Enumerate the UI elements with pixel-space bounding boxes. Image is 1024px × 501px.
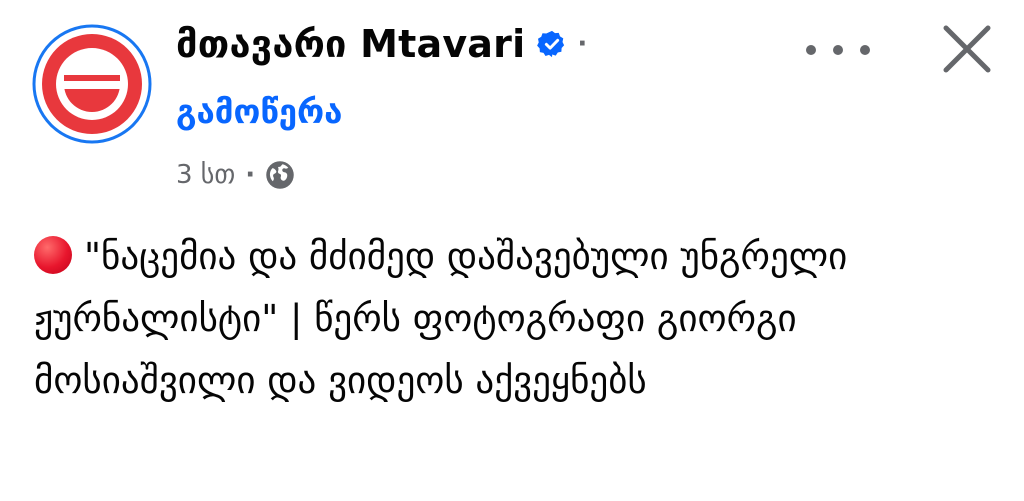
post-timestamp[interactable]: 3 სთ: [176, 160, 235, 190]
follow-button[interactable]: გამოწერა: [176, 92, 342, 131]
page-name-row: მთავარი Mtavari ·: [176, 22, 587, 66]
post-body: "ნაცემია და მძიმედ დაშავებული უნგრელი ჟუ…: [34, 226, 994, 412]
verified-badge-icon: [537, 30, 565, 58]
name-separator: ·: [577, 29, 588, 59]
red-circle-emoji: [34, 236, 72, 274]
more-dot: [833, 45, 843, 55]
facebook-post: მთავარი Mtavari · გამოწერა 3 სთ · "ნაცემ…: [0, 0, 1024, 501]
post-text: "ნაცემია და მძიმედ დაშავებული უნგრელი ჟუ…: [34, 235, 860, 402]
post-meta: 3 სთ ·: [176, 160, 295, 190]
close-icon[interactable]: [938, 20, 996, 78]
page-name[interactable]: მთავარი Mtavari: [176, 22, 525, 66]
globe-icon[interactable]: [265, 160, 295, 190]
more-options-button[interactable]: [806, 30, 870, 70]
more-dot: [806, 45, 816, 55]
page-avatar[interactable]: [32, 24, 152, 144]
more-dot: [860, 45, 870, 55]
meta-separator: ·: [245, 160, 256, 190]
